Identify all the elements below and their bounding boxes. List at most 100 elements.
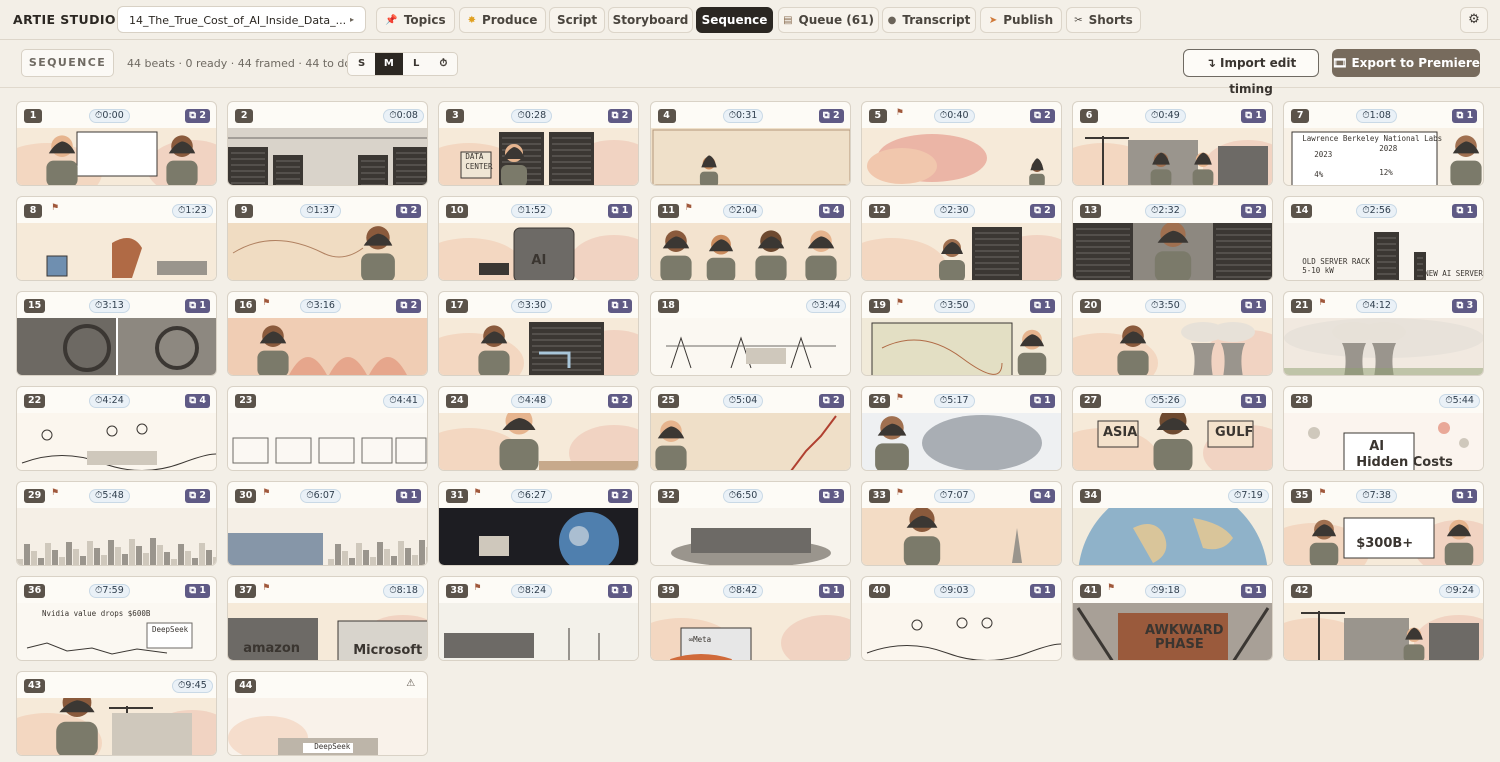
- beat-thumbnail[interactable]: [650, 128, 850, 185]
- beat-card[interactable]: 6 ⏱0:49 ⧉ 1: [1072, 101, 1273, 186]
- size-l-button[interactable]: L: [403, 53, 430, 75]
- beat-card[interactable]: 28 ⏱5:44 AI Hidden Costs: [1283, 386, 1485, 471]
- beat-thumbnail[interactable]: $300B+: [1284, 508, 1484, 565]
- beat-thumbnail[interactable]: [439, 508, 639, 565]
- beat-thumbnail[interactable]: [17, 128, 216, 185]
- beat-thumbnail[interactable]: [228, 128, 428, 185]
- flag-icon[interactable]: ⚑: [262, 298, 270, 308]
- beat-card[interactable]: 16 ⚑ ⏱3:16 ⧉ 2: [227, 291, 429, 376]
- tab-script[interactable]: Script: [549, 7, 605, 33]
- beat-thumbnail[interactable]: [17, 413, 216, 470]
- beat-thumbnail[interactable]: Lawrence Berkeley National Labs 2023 2028 4…: [1284, 128, 1484, 185]
- beat-thumbnail[interactable]: [1073, 221, 1272, 280]
- beat-thumbnail[interactable]: [17, 223, 216, 280]
- beat-thumbnail[interactable]: ASIA GULF: [1073, 407, 1272, 470]
- beat-card[interactable]: 12 ⏱2:30 ⧉ 2: [860, 196, 1062, 281]
- size-m-button[interactable]: M: [375, 53, 403, 75]
- tab-transcript[interactable]: ● Transcript: [882, 7, 976, 33]
- beat-card[interactable]: 13 ⏱2:32 ⧉ 2: [1072, 196, 1273, 281]
- flag-icon[interactable]: ⚑: [262, 488, 270, 498]
- beat-thumbnail[interactable]: OLD SERVER RACK5-10 kW NEW AI SERVER RACK: [1284, 223, 1484, 280]
- tab-storyboard[interactable]: Storyboard: [608, 7, 693, 33]
- flag-icon[interactable]: ⚑: [1318, 298, 1326, 308]
- import-edit-timing-button[interactable]: ↴ Import edit timing: [1183, 49, 1319, 96]
- beat-card[interactable]: 8 ⚑ ⏱1:23: [16, 196, 217, 281]
- beat-card[interactable]: 18 ⏱3:44: [649, 291, 851, 376]
- beat-thumbnail[interactable]: [650, 318, 850, 375]
- beat-card[interactable]: 9 ⏱1:37 ⧉ 2: [227, 196, 429, 281]
- beat-thumbnail[interactable]: [1284, 318, 1484, 375]
- beat-thumbnail[interactable]: [1073, 318, 1272, 375]
- beat-card[interactable]: 43 ⏱9:45: [16, 671, 217, 756]
- beat-card[interactable]: 35 ⚑ ⏱7:38 ⧉ 1 $300B+: [1283, 481, 1485, 566]
- beat-card[interactable]: 34 ⏱7:19: [1072, 481, 1273, 566]
- flag-icon[interactable]: ⚑: [51, 203, 59, 213]
- beat-thumbnail[interactable]: AWKWARD PHASE: [1073, 603, 1272, 660]
- flag-icon[interactable]: ⚑: [896, 488, 904, 498]
- beat-thumbnail[interactable]: [228, 508, 428, 565]
- tab-topics[interactable]: 📌 Topics: [376, 7, 455, 33]
- beat-card[interactable]: 37 ⚑ ⏱8:18 amazon Microsoft: [227, 576, 429, 661]
- beat-thumbnail[interactable]: [228, 318, 428, 375]
- beat-card[interactable]: 17 ⏱3:30 ⧉ 1: [438, 291, 640, 376]
- beat-card[interactable]: 25 ⏱5:04 ⧉ 2: [649, 386, 851, 471]
- flag-icon[interactable]: ⚑: [896, 298, 904, 308]
- beat-card[interactable]: 14 ⏱2:56 ⧉ 1 OLD SERVER RACK 5-10 kW NEW AI S…: [1283, 196, 1485, 281]
- beat-thumbnail[interactable]: Nvidia value drops $600B DeepSeek: [17, 603, 216, 660]
- beat-card[interactable]: 33 ⚑ ⏱7:07 ⧉ 4: [860, 481, 1062, 566]
- beat-thumbnail[interactable]: [439, 603, 639, 660]
- beat-thumbnail[interactable]: [228, 223, 428, 280]
- flag-icon[interactable]: ⚑: [685, 203, 693, 213]
- beat-card[interactable]: 11 ⚑ ⏱2:04 ⧉ 4: [649, 196, 851, 281]
- beat-card[interactable]: 21 ⚑ ⏱4:12 ⧉ 3: [1283, 291, 1485, 376]
- beat-thumbnail[interactable]: [1073, 128, 1272, 185]
- beat-card[interactable]: 2 ⏱0:08: [227, 101, 429, 186]
- beat-card[interactable]: 31 ⚑ ⏱6:27 ⧉ 2: [438, 481, 640, 566]
- beat-thumbnail[interactable]: [861, 506, 1061, 565]
- beat-card[interactable]: 22 ⏱4:24 ⧉ 4: [16, 386, 217, 471]
- beat-thumbnail[interactable]: DATA CENTER: [439, 128, 639, 185]
- beat-card[interactable]: 32 ⏱6:50 ⧉ 3: [649, 481, 851, 566]
- beat-thumbnail[interactable]: DeepSeek: [228, 698, 428, 755]
- flag-icon[interactable]: ⚑: [896, 108, 904, 118]
- beat-card[interactable]: 39 ⏱8:42 ⧉ 1 ∞Meta: [649, 576, 851, 661]
- settings-button[interactable]: ⚙: [1460, 7, 1488, 33]
- timer-icon[interactable]: ⏱: [430, 53, 457, 75]
- beat-card[interactable]: 40 ⏱9:03 ⧉ 1: [860, 576, 1062, 661]
- beat-card[interactable]: 4 ⏱0:31 ⧉ 2: [649, 101, 851, 186]
- tab-produce[interactable]: ✸ Produce: [459, 7, 546, 33]
- beat-card[interactable]: 20 ⏱3:50 ⧉ 1: [1072, 291, 1273, 376]
- tab-shorts[interactable]: ✂ Shorts: [1066, 7, 1141, 33]
- beat-thumbnail[interactable]: [439, 318, 639, 375]
- beat-card[interactable]: 27 ⏱5:26 ⧉ 1 ASIA GULF: [1072, 386, 1273, 471]
- beat-thumbnail[interactable]: AI: [439, 223, 639, 280]
- tab-publish[interactable]: ➤ Publish: [980, 7, 1062, 33]
- project-selector[interactable]: 14_The_True_Cost_of_AI_Inside_Data_... ▸: [117, 6, 366, 33]
- beat-card[interactable]: 38 ⚑ ⏱8:24 ⧉ 1: [438, 576, 640, 661]
- beat-thumbnail[interactable]: [861, 223, 1061, 280]
- beat-thumbnail[interactable]: [861, 128, 1061, 185]
- beat-thumbnail[interactable]: [1073, 483, 1272, 565]
- flag-icon[interactable]: ⚑: [473, 583, 481, 593]
- beat-thumbnail[interactable]: amazon Microsoft: [228, 603, 428, 660]
- beat-card[interactable]: 44 ⚠ DeepSeek: [227, 671, 429, 756]
- beat-thumbnail[interactable]: [228, 413, 428, 470]
- flag-icon[interactable]: ⚑: [896, 393, 904, 403]
- beat-thumbnail[interactable]: [861, 318, 1061, 375]
- beat-card[interactable]: 24 ⏱4:48 ⧉ 2: [438, 386, 640, 471]
- beat-thumbnail[interactable]: ∞Meta: [650, 603, 850, 660]
- beat-card[interactable]: 19 ⚑ ⏱3:50 ⧉ 1: [860, 291, 1062, 376]
- beat-thumbnail[interactable]: [650, 508, 850, 565]
- tab-queue[interactable]: ▤ Queue (61): [778, 7, 879, 33]
- size-s-button[interactable]: S: [348, 53, 375, 75]
- beat-thumbnail[interactable]: AI Hidden Costs: [1284, 413, 1484, 470]
- beat-card[interactable]: 5 ⚑ ⏱0:40 ⧉ 2: [860, 101, 1062, 186]
- beat-card[interactable]: 30 ⚑ ⏱6:07 ⧉ 1: [227, 481, 429, 566]
- flag-icon[interactable]: ⚑: [51, 488, 59, 498]
- beat-thumbnail[interactable]: [17, 318, 216, 375]
- beat-card[interactable]: 15 ⏱3:13 ⧉ 1: [16, 291, 217, 376]
- beat-card[interactable]: 42 ⏱9:24: [1283, 576, 1485, 661]
- beat-thumbnail[interactable]: [650, 413, 850, 470]
- tab-sequence[interactable]: Sequence: [696, 7, 773, 33]
- beat-card[interactable]: 7 ⏱1:08 ⧉ 1 Lawrence Berkeley National Labs…: [1283, 101, 1485, 186]
